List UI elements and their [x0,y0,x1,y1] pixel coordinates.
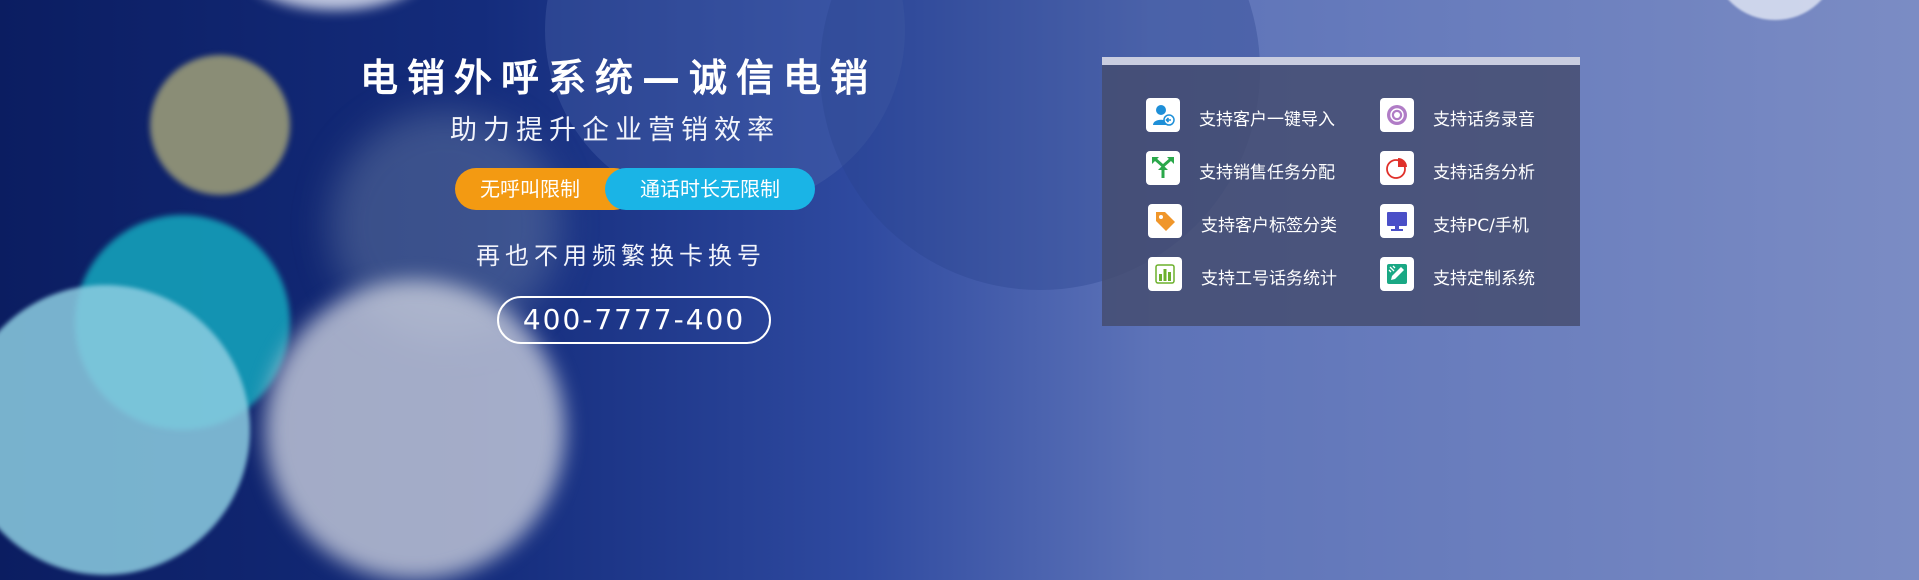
feature-item: 支持话务分析 [1380,151,1560,187]
phone-number-button[interactable]: 400-7777-400 [497,296,771,344]
monitor-icon [1380,204,1414,238]
user-import-icon [1146,98,1180,132]
task-split-icon [1146,151,1180,185]
feature-label: 支持话务录音 [1433,110,1535,130]
features-panel-top-bar [1102,57,1580,65]
bokeh-circle [245,0,425,10]
feature-item: 支持工号话务统计 [1148,257,1358,293]
tag-icon [1148,204,1182,238]
banner-subtitle: 助力提升企业营销效率 [450,115,780,146]
feature-item: 支持客户标签分类 [1148,204,1358,240]
feature-label: 支持定制系统 [1433,269,1535,289]
feature-item: 支持PC/手机 [1380,204,1560,240]
feature-item: 支持话务录音 [1380,98,1560,134]
feature-label: 支持销售任务分配 [1199,163,1335,183]
banner-tagline: 再也不用频繁换卡换号 [476,242,766,270]
feature-label: 支持工号话务统计 [1201,269,1337,289]
feature-label: 支持话务分析 [1433,163,1535,183]
bokeh-circle [1715,0,1835,20]
feature-label: 支持客户标签分类 [1201,216,1337,236]
bokeh-circle [150,55,290,195]
pie-chart-icon [1380,151,1414,185]
feature-item: 支持销售任务分配 [1146,151,1356,187]
record-icon [1380,98,1414,132]
unlimited-duration-badge: 通话时长无限制 [605,168,815,210]
feature-pills: 无呼叫限制 通话时长无限制 [455,168,815,210]
bar-chart-icon [1148,257,1182,291]
pencil-ruler-icon [1380,257,1414,291]
banner-title: 电销外呼系统—诚信电销 [360,56,878,100]
feature-item: 支持客户一键导入 [1146,98,1356,134]
feature-label: 支持PC/手机 [1433,216,1529,236]
feature-item: 支持定制系统 [1380,257,1560,293]
features-panel: 支持客户一键导入 支持销售任务分配 支持客户标签分类 支持工号话务统计 支持话务… [1102,65,1580,326]
feature-label: 支持客户一键导入 [1199,110,1335,130]
